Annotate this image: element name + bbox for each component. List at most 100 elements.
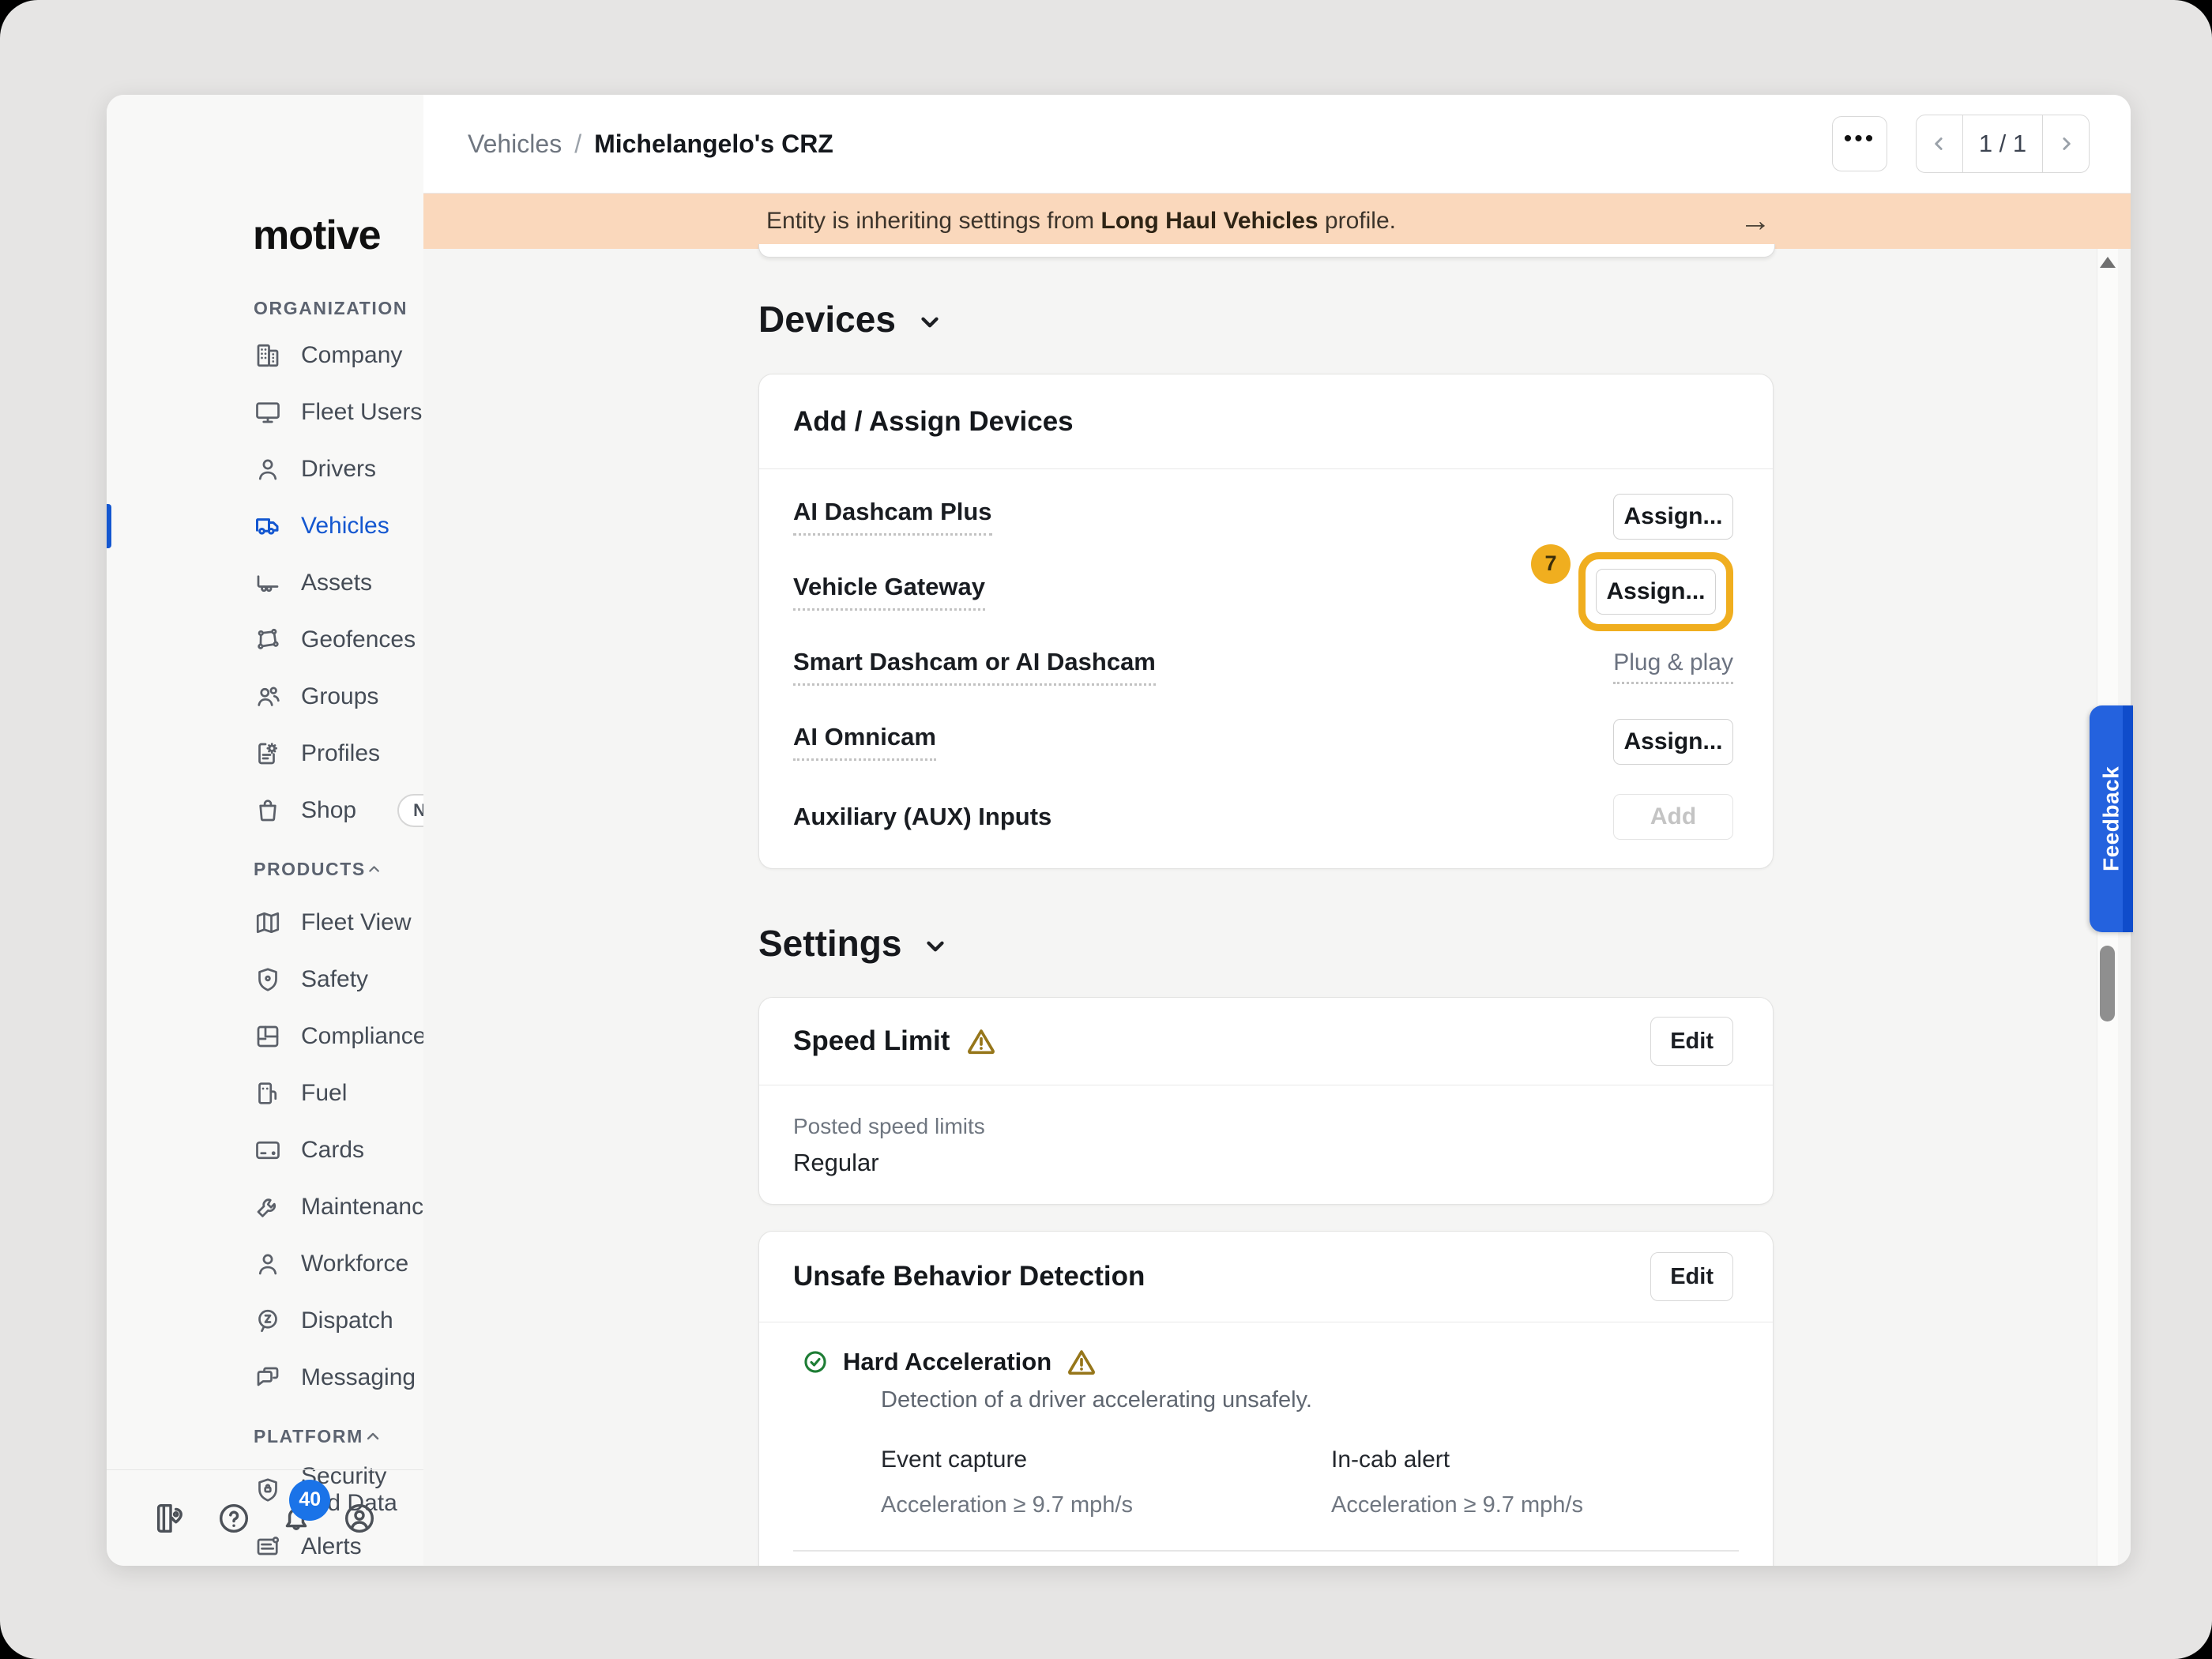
feedback-tab[interactable]: Feedback xyxy=(2090,705,2133,932)
in-cab-alert-value: Acceleration ≥ 9.7 mph/s xyxy=(1331,1492,1781,1518)
device-label[interactable]: Smart Dashcam or AI Dashcam xyxy=(793,648,1156,686)
device-row-ai-omnicam: AI Omnicam Assign... xyxy=(759,704,1773,779)
highlight-ring: Assign... xyxy=(1578,552,1733,631)
sidebar-item-label: Groups xyxy=(301,683,378,710)
breadcrumb: Vehicles / Michelangelo's CRZ xyxy=(468,130,833,159)
sidebar-item-dispatch[interactable]: Dispatch xyxy=(107,1292,423,1349)
more-actions-button[interactable]: ••• xyxy=(1832,116,1887,171)
polygon-icon xyxy=(254,626,282,654)
sidebar-item-profiles[interactable]: Profiles xyxy=(107,725,423,782)
chevron-up-icon xyxy=(366,859,382,879)
section-organization[interactable]: ORGANIZATION xyxy=(107,289,423,327)
hard-acceleration-row: Hard Acceleration xyxy=(802,1346,1773,1378)
card-header: Speed Limit Edit xyxy=(759,998,1773,1085)
device-row-smart-dashcam: Smart Dashcam or AI Dashcam Plug & play xyxy=(759,629,1773,704)
add-aux-inputs-button[interactable]: Add xyxy=(1613,794,1733,840)
devices-heading-label: Devices xyxy=(758,298,896,340)
scroll-up-arrow-icon[interactable] xyxy=(2100,257,2116,268)
card-title: Speed Limit xyxy=(793,1025,997,1057)
device-label: Auxiliary (AUX) Inputs xyxy=(793,803,1051,831)
devices-section-heading[interactable]: Devices xyxy=(758,298,943,340)
sidebar-item-assets[interactable]: Assets xyxy=(107,555,423,611)
sidebar-footer: 40 xyxy=(107,1469,423,1566)
sidebar-item-geofences[interactable]: Geofences xyxy=(107,611,423,668)
assign-vehicle-gateway-button[interactable]: Assign... xyxy=(1596,569,1716,615)
posted-speed-limits-value: Regular xyxy=(793,1149,1773,1177)
sidebar-item-company[interactable]: Company xyxy=(107,327,423,384)
pagination-control: 1 / 1 xyxy=(1916,115,2090,173)
trailer-icon xyxy=(254,569,282,597)
motive-logo: motive xyxy=(253,212,381,259)
sidebar-item-drivers[interactable]: Drivers xyxy=(107,441,423,498)
section-platform[interactable]: PLATFORM xyxy=(107,1406,423,1462)
scrollbar-thumb[interactable] xyxy=(2100,946,2115,1021)
sidebar-item-compliance[interactable]: Compliance xyxy=(107,1008,423,1065)
card-header: Unsafe Behavior Detection Edit xyxy=(759,1232,1773,1322)
sidebar-item-cards[interactable]: Cards xyxy=(107,1122,423,1179)
sidebar-item-label: Profiles xyxy=(301,740,380,767)
sidebar-item-vehicles[interactable]: Vehicles xyxy=(107,498,423,555)
device-row-ai-dashcam-plus: AI Dashcam Plus Assign... xyxy=(759,479,1773,554)
section-products[interactable]: PRODUCTS xyxy=(107,839,423,894)
sidebar-item-messaging[interactable]: Messaging xyxy=(107,1349,423,1406)
sidebar-item-label: Compliance xyxy=(301,1023,426,1050)
event-capture-label: Event capture xyxy=(881,1446,1331,1473)
plug-and-play-link[interactable]: Plug & play xyxy=(1613,649,1733,684)
credit-card-icon xyxy=(254,1136,282,1164)
map-icon xyxy=(254,908,282,937)
card-body: Hard Acceleration Detection of a driver … xyxy=(759,1322,1773,1518)
guide-button[interactable] xyxy=(152,1500,189,1537)
sidebar-item-fuel[interactable]: Fuel xyxy=(107,1065,423,1122)
sidebar-item-label: Geofences xyxy=(301,626,416,653)
speed-limit-card: Speed Limit Edit Posted speed limits Reg… xyxy=(758,997,1774,1205)
device-row-vehicle-gateway: Vehicle Gateway 7 Assign... xyxy=(759,554,1773,629)
sidebar: motive ORGANIZATION Company Fleet Users … xyxy=(107,95,424,1566)
sidebar-item-fleet-view[interactable]: Fleet View xyxy=(107,894,423,951)
person-icon xyxy=(254,1250,282,1278)
inheritance-banner[interactable]: Entity is inheriting settings from Long … xyxy=(423,194,2131,249)
notifications-button[interactable]: 40 xyxy=(278,1500,314,1537)
monitor-icon xyxy=(254,398,282,427)
main-area: Vehicles / Michelangelo's CRZ ••• 1 / 1 xyxy=(423,95,2131,1566)
settings-section-heading[interactable]: Settings xyxy=(758,922,949,965)
behavior-settings-labels: Event capture In-cab alert Acceleration … xyxy=(881,1446,1773,1518)
assign-ai-dashcam-plus-button[interactable]: Assign... xyxy=(1613,494,1733,540)
edit-unsafe-behavior-button[interactable]: Edit xyxy=(1650,1252,1733,1301)
card-body-2: Hard Braking xyxy=(759,1552,1773,1566)
person-icon xyxy=(254,455,282,483)
edit-speed-limit-button[interactable]: Edit xyxy=(1650,1017,1733,1066)
header-controls: ••• 1 / 1 xyxy=(1832,115,2090,173)
sidebar-item-label: Fleet Users xyxy=(301,399,422,426)
assign-ai-omnicam-button[interactable]: Assign... xyxy=(1613,719,1733,765)
sidebar-item-label: Drivers xyxy=(301,456,376,483)
truck-icon xyxy=(254,512,282,540)
sidebar-item-label: Vehicles xyxy=(301,513,389,540)
device-label[interactable]: AI Dashcam Plus xyxy=(793,498,992,536)
check-circle-icon xyxy=(802,1349,829,1375)
highlighted-action: 7 Assign... xyxy=(1578,552,1733,631)
hint-count-badge: 7 xyxy=(1531,544,1571,584)
dispatch-pin-icon xyxy=(254,1307,282,1335)
page-header: Vehicles / Michelangelo's CRZ ••• 1 / 1 xyxy=(423,95,2131,194)
card-title: Unsafe Behavior Detection xyxy=(793,1261,1145,1292)
sidebar-item-maintenance[interactable]: Maintenance xyxy=(107,1179,423,1236)
breadcrumb-vehicles[interactable]: Vehicles xyxy=(468,130,562,159)
sidebar-item-label: Fuel xyxy=(301,1080,347,1107)
arrow-right-icon[interactable]: → xyxy=(1740,204,1771,239)
scroll-content: Devices Add / Assign Devices AI Dashcam … xyxy=(423,249,2131,1566)
chevron-left-icon xyxy=(1929,134,1950,154)
sidebar-item-fleet-users[interactable]: Fleet Users xyxy=(107,384,423,441)
sidebar-item-label: Messaging xyxy=(301,1364,416,1391)
warning-icon xyxy=(1066,1346,1097,1378)
prev-page-button[interactable] xyxy=(1917,115,1962,172)
device-label[interactable]: Vehicle Gateway xyxy=(793,573,985,611)
sidebar-item-workforce[interactable]: Workforce xyxy=(107,1236,423,1292)
sidebar-item-safety[interactable]: Safety xyxy=(107,951,423,1008)
help-button[interactable] xyxy=(216,1500,252,1537)
next-page-button[interactable] xyxy=(2043,115,2089,172)
sidebar-item-groups[interactable]: Groups xyxy=(107,668,423,725)
account-button[interactable] xyxy=(341,1500,378,1537)
device-label[interactable]: AI Omnicam xyxy=(793,723,936,761)
sidebar-item-shop[interactable]: Shop NEW xyxy=(107,782,423,839)
behavior-description: Detection of a driver accelerating unsaf… xyxy=(881,1387,1773,1413)
